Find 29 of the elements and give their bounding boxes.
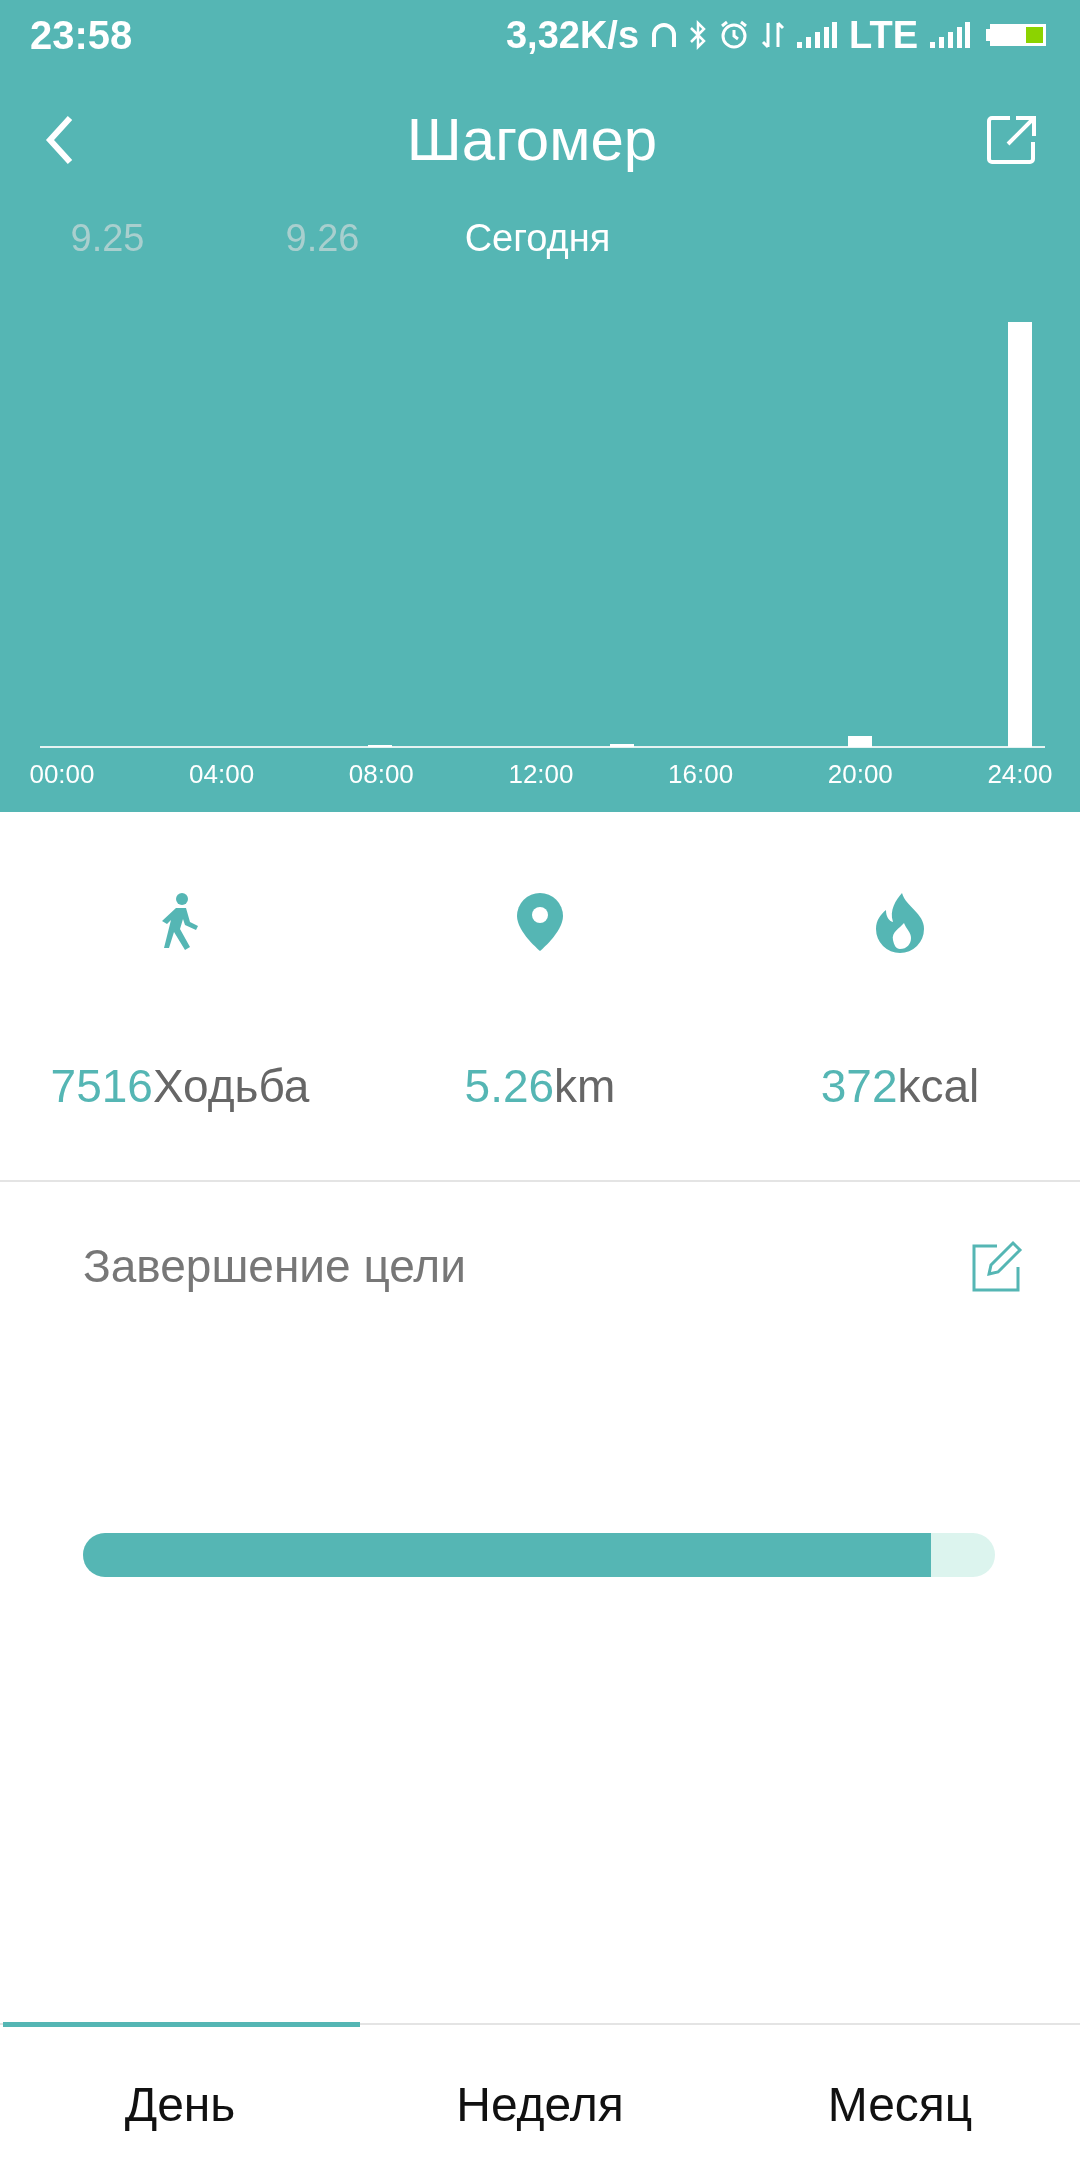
bluetooth-icon: [689, 20, 708, 50]
stat-value: 7516Ходьба: [50, 1059, 310, 1114]
flame-icon: [874, 891, 926, 953]
network-type: LTE: [849, 12, 918, 58]
page-title: Шагомер: [406, 105, 658, 175]
status-time: 23:58: [30, 12, 133, 59]
axis-label: 08:00: [347, 758, 415, 791]
data-arrows-icon: [761, 21, 786, 49]
axis-label: 12:00: [507, 758, 575, 791]
axis-label: 04:00: [188, 758, 256, 791]
network-speed: 3,32K/s: [505, 12, 640, 58]
signal-icon: [930, 22, 970, 48]
goal-title: Завершение цели: [83, 1239, 466, 1294]
axis-label: 24:00: [986, 758, 1054, 791]
stat-value: 5.26km: [464, 1059, 616, 1114]
signal-icon: [797, 22, 838, 48]
axis-label: 00:00: [28, 758, 96, 791]
alarm-icon: [719, 20, 750, 50]
location-pin-icon: [515, 891, 565, 953]
bottom-tab[interactable]: Месяц: [720, 2025, 1080, 2155]
chart-bar: [610, 744, 634, 747]
bottom-tab[interactable]: День: [0, 2025, 360, 2155]
walking-person-icon: [160, 892, 200, 952]
headphones-icon: [651, 21, 678, 49]
axis-label: 20:00: [826, 758, 894, 791]
axis-label: 16:00: [667, 758, 735, 791]
stat-value: 372kcal: [820, 1059, 980, 1114]
chart-bar: [848, 736, 872, 747]
bottom-tab[interactable]: Неделя: [360, 2025, 720, 2155]
